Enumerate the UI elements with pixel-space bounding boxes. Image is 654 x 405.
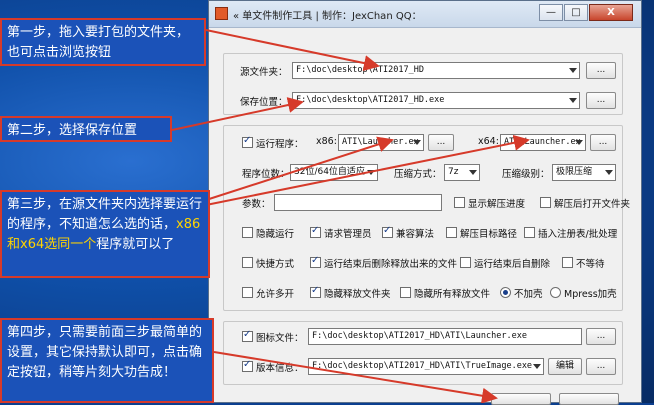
version-info-combo[interactable]: F:\doc\desktop\ATI2017_HD\ATI\TrueImage.…	[308, 358, 544, 375]
params-input[interactable]	[274, 194, 442, 211]
open-after-checkbox[interactable]	[540, 197, 551, 208]
x86-browse-button[interactable]: ...	[428, 134, 454, 151]
options-group: 运行程序： x86: ATI\Launcher.ex ... x64: ATI\…	[223, 125, 630, 311]
chevron-down-icon	[575, 140, 583, 145]
mpress-label: Mpress加壳	[564, 289, 617, 300]
compress-level-select[interactable]: 极限压缩	[552, 164, 616, 181]
chevron-down-icon	[569, 68, 577, 73]
hide-all-files-label: 隐藏所有释放文件	[414, 289, 491, 300]
app-icon	[215, 7, 228, 20]
delete-after-checkbox[interactable]	[310, 255, 321, 268]
icon-file-checkbox[interactable]	[242, 329, 253, 342]
step3-text-a: 第三步，在源文件夹内选择要运行的程序，不知道怎么选的话，	[7, 197, 203, 232]
show-progress-label: 显示解压进度	[468, 199, 526, 210]
cancel-button[interactable]	[559, 393, 619, 405]
minimize-button[interactable]: —	[539, 4, 563, 21]
request-admin-checkbox[interactable]	[310, 225, 321, 238]
compress-mode-select[interactable]: 7z	[444, 164, 480, 181]
save-browse-button[interactable]: ...	[586, 92, 616, 109]
allow-multi-label: 允许多开	[256, 289, 295, 300]
app-window: « 单文件制作工具 | 制作：JexChan QQ： — □ X 源文件夹： F…	[208, 0, 642, 405]
delete-on-exit-label: 运行结束后自删除	[474, 259, 551, 270]
x86-label: x86:	[316, 136, 337, 147]
hide-release-folder-label: 隐藏释放文件夹	[324, 289, 391, 300]
no-wait-label: 不等待	[576, 259, 605, 270]
compat-algo-checkbox[interactable]	[382, 225, 393, 238]
delete-after-label: 运行结束后删除释放出来的文件	[324, 259, 458, 270]
icon-file-input[interactable]: F:\doc\desktop\ATI2017_HD\ATI\Launcher.e…	[308, 328, 582, 345]
version-browse-button[interactable]: ...	[586, 358, 616, 375]
source-browse-button[interactable]: ...	[586, 62, 616, 79]
source-folder-combo[interactable]: F:\doc\desktop\ATI2017_HD	[292, 62, 580, 79]
insert-reg-checkbox[interactable]	[524, 227, 535, 238]
close-button[interactable]: X	[589, 4, 633, 21]
source-label: 源文件夹：	[240, 67, 288, 78]
title-bar[interactable]: « 单文件制作工具 | 制作：JexChan QQ： — □ X	[209, 1, 641, 28]
version-info-checkbox[interactable]	[242, 359, 253, 372]
mpress-radio[interactable]	[550, 287, 561, 298]
no-shell-radio[interactable]	[500, 287, 511, 298]
chevron-down-icon	[569, 98, 577, 103]
show-progress-checkbox[interactable]	[454, 197, 465, 208]
step2-annotation: 第二步，选择保存位置	[0, 116, 172, 142]
params-label: 参数：	[242, 199, 271, 210]
compress-mode-label: 压缩方式：	[394, 169, 442, 180]
step3-text-c: 程序就可以了	[96, 237, 175, 252]
version-info-label: 版本信息：	[256, 363, 304, 374]
delete-on-exit-checkbox[interactable]	[460, 257, 471, 268]
shortcut-checkbox[interactable]	[242, 257, 253, 268]
x64-browse-button[interactable]: ...	[590, 134, 616, 151]
shortcut-label: 快捷方式	[256, 259, 295, 270]
chevron-down-icon	[413, 140, 421, 145]
icon-file-label: 图标文件：	[256, 333, 304, 344]
x86-program-combo[interactable]: ATI\Launcher.ex	[338, 134, 424, 151]
icon-file-value: F:\doc\desktop\ATI2017_HD\ATI\Launcher.e…	[312, 331, 527, 341]
hide-release-folder-checkbox[interactable]	[310, 285, 321, 298]
auto-path-checkbox[interactable]	[446, 227, 457, 238]
save-label: 保存位置：	[240, 97, 288, 108]
open-after-label: 解压后打开文件夹	[554, 199, 631, 210]
compress-mode-value: 7z	[448, 167, 459, 177]
compat-algo-label: 兼容算法	[396, 229, 435, 240]
run-program-checkbox[interactable]	[242, 135, 253, 148]
x64-program-value: ATI\Launcher.ex	[504, 137, 581, 147]
paths-group: 源文件夹： F:\doc\desktop\ATI2017_HD ... 保存位置…	[223, 53, 623, 115]
allow-multi-checkbox[interactable]	[242, 287, 253, 298]
chevron-down-icon	[533, 364, 541, 369]
request-admin-label: 请求管理员	[324, 229, 372, 240]
auto-path-label: 解压目标路径	[460, 229, 518, 240]
hide-all-files-checkbox[interactable]	[400, 287, 411, 298]
version-info-value: F:\doc\desktop\ATI2017_HD\ATI\TrueImage.…	[312, 361, 533, 371]
no-wait-checkbox[interactable]	[562, 257, 573, 268]
step1-annotation: 第一步，拖入要打包的文件夹，也可点击浏览按钮	[0, 18, 206, 66]
save-path-combo[interactable]: F:\doc\desktop\ATI2017_HD.exe	[292, 92, 580, 109]
step4-annotation: 第四步，只需要前面三步最简单的设置，其它保持默认即可，点击确定按钮，稍等片刻大功…	[0, 318, 214, 403]
chevron-down-icon	[469, 170, 477, 175]
hidden-run-checkbox[interactable]	[242, 227, 253, 238]
icon-browse-button[interactable]: ...	[586, 328, 616, 345]
bitness-label: 程序位数：	[242, 169, 290, 180]
save-path-value: F:\doc\desktop\ATI2017_HD.exe	[296, 95, 445, 105]
ok-button[interactable]	[491, 393, 551, 405]
x64-label: x64:	[478, 136, 499, 147]
run-program-label: 运行程序：	[256, 139, 304, 150]
chevron-down-icon	[367, 170, 375, 175]
no-shell-label: 不加壳	[514, 289, 543, 300]
icon-version-group: 图标文件： F:\doc\desktop\ATI2017_HD\ATI\Laun…	[223, 321, 623, 385]
x86-program-value: ATI\Launcher.ex	[342, 137, 419, 147]
hidden-run-label: 隐藏运行	[256, 229, 295, 240]
insert-reg-label: 插入注册表/批处理	[538, 229, 618, 240]
window-title: « 单文件制作工具 | 制作：JexChan QQ：	[233, 11, 422, 22]
bitness-value: 32位/64位自适应	[294, 167, 365, 177]
compress-level-label: 压缩级别：	[502, 169, 550, 180]
step3-annotation: 第三步，在源文件夹内选择要运行的程序，不知道怎么选的话，x86和x64选同一个程…	[0, 190, 210, 278]
maximize-button[interactable]: □	[564, 4, 588, 21]
version-edit-button[interactable]: 编辑	[548, 358, 582, 375]
source-folder-value: F:\doc\desktop\ATI2017_HD	[296, 65, 424, 75]
compress-level-value: 极限压缩	[556, 167, 593, 177]
chevron-down-icon	[605, 170, 613, 175]
bitness-select[interactable]: 32位/64位自适应	[290, 164, 378, 181]
x64-program-combo[interactable]: ATI\Launcher.ex	[500, 134, 586, 151]
